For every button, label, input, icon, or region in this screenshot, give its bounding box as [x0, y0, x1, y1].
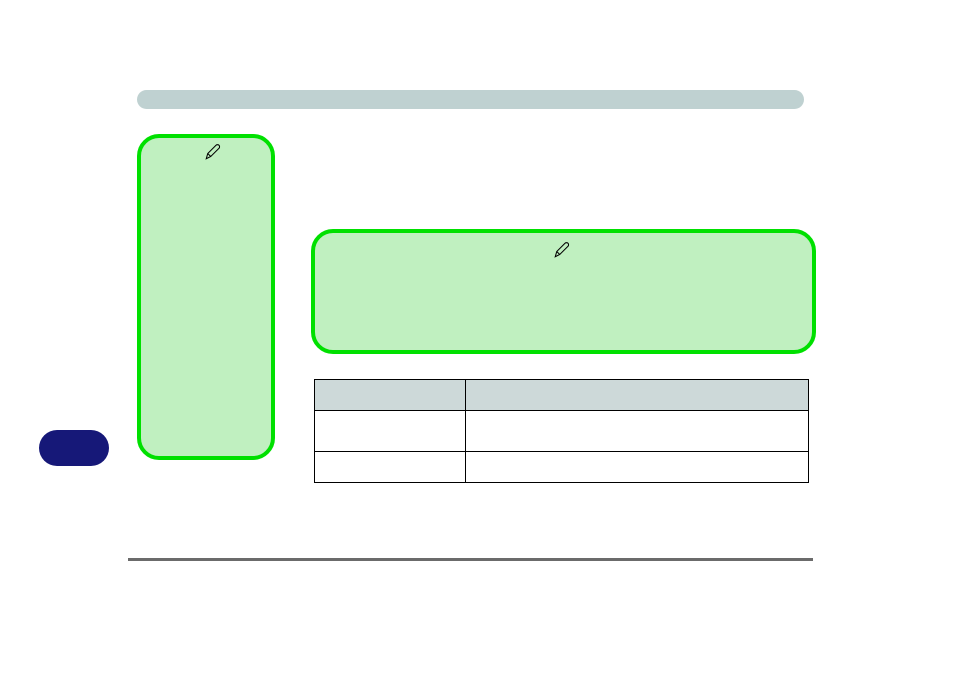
- pen-icon: [553, 241, 571, 259]
- table-cell: [466, 411, 809, 452]
- table-row: [315, 411, 809, 452]
- table-cell: [466, 452, 809, 483]
- bottom-divider: [128, 558, 813, 561]
- table-header-row: [315, 380, 809, 411]
- top-bar: [137, 90, 804, 109]
- table-row: [315, 452, 809, 483]
- table-cell: [315, 452, 466, 483]
- navy-pill[interactable]: [39, 430, 109, 466]
- green-box-right[interactable]: [311, 229, 816, 354]
- green-box-left[interactable]: [137, 134, 275, 460]
- data-table: [314, 379, 809, 483]
- table-cell: [315, 411, 466, 452]
- pen-icon: [204, 143, 222, 161]
- table-header-2: [466, 380, 809, 411]
- table-header-1: [315, 380, 466, 411]
